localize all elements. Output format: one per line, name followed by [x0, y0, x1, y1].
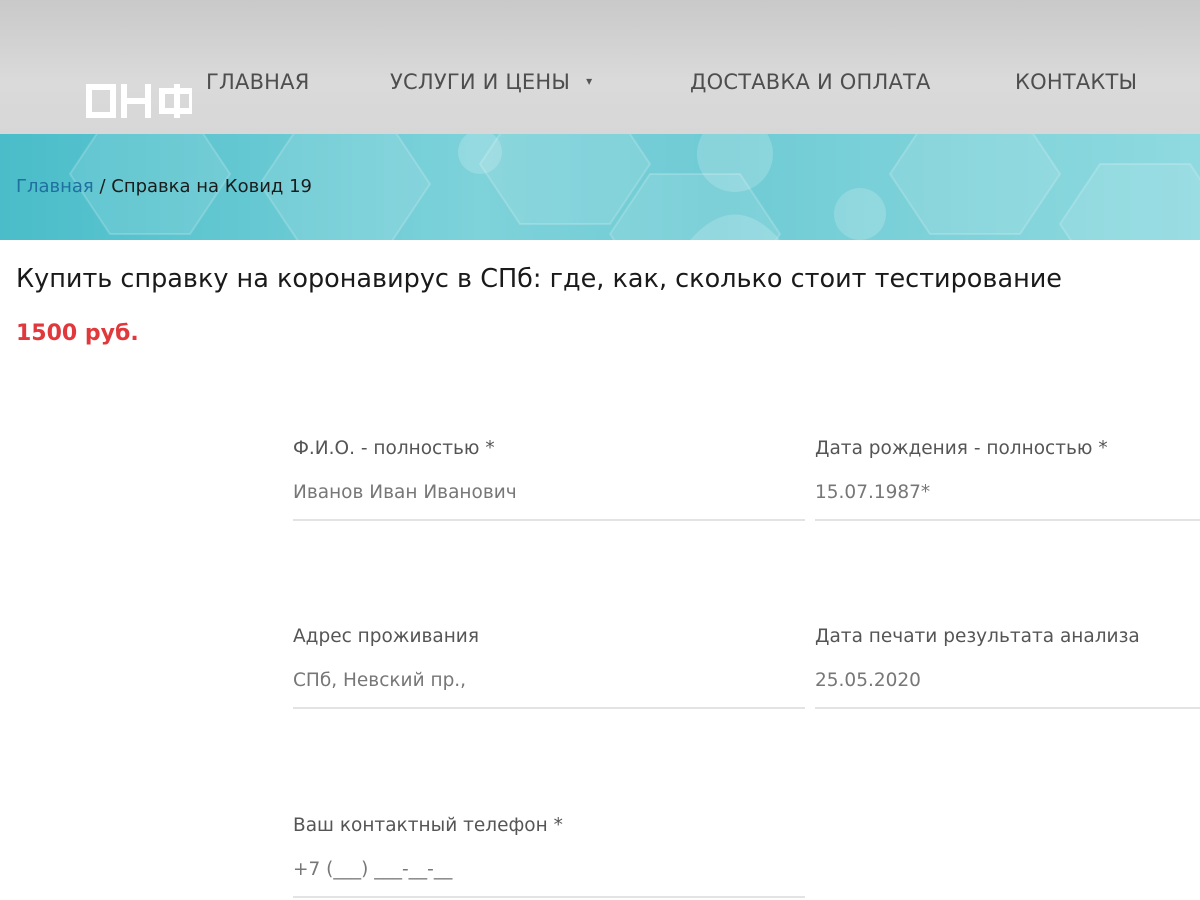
- caret-down-icon: ▾: [586, 74, 593, 88]
- address-label: Адрес проживания: [293, 626, 479, 647]
- nav-item-contacts[interactable]: КОНТАКТЫ: [1015, 70, 1137, 100]
- address-field-group: Адрес проживания: [293, 626, 805, 709]
- fio-input[interactable]: [293, 479, 805, 521]
- header-banner: Главная / Справка на Ковид 19: [0, 134, 1200, 240]
- address-input[interactable]: [293, 667, 805, 709]
- nav-item-home[interactable]: ГЛАВНАЯ: [206, 70, 310, 100]
- page-title: Купить справку на коронавирус в СПб: где…: [16, 264, 1062, 294]
- price: 1500 руб.: [16, 321, 139, 346]
- fio-field-group: Ф.И.О. - полностью *: [293, 438, 805, 521]
- nav-item-label: ДОСТАВКА И ОПЛАТА: [690, 70, 931, 94]
- dob-label: Дата рождения - полностью *: [815, 438, 1108, 459]
- dob-field-group: Дата рождения - полностью *: [815, 438, 1200, 521]
- logo-letter-o: [86, 84, 116, 118]
- phone-input[interactable]: [293, 856, 805, 898]
- phone-label: Ваш контактный телефон *: [293, 815, 563, 836]
- top-navigation: ОНФ ГЛАВНАЯ УСЛУГИ И ЦЕНЫ ▾ ДОСТАВКА И ОП…: [0, 0, 1200, 134]
- breadcrumb-current: Справка на Ковид 19: [111, 176, 312, 197]
- logo-letter-f: [159, 84, 192, 118]
- dob-input[interactable]: [815, 479, 1200, 521]
- nav-item-label: ГЛАВНАЯ: [206, 70, 310, 94]
- breadcrumb: Главная / Справка на Ковид 19: [16, 176, 312, 197]
- logo-letter-n: [121, 84, 151, 118]
- fio-label: Ф.И.О. - полностью *: [293, 438, 495, 459]
- nav-item-label: УСЛУГИ И ЦЕНЫ: [390, 70, 571, 94]
- breadcrumb-separator: /: [93, 176, 112, 197]
- nav-item-label: КОНТАКТЫ: [1015, 70, 1138, 94]
- phone-field-group: Ваш контактный телефон *: [293, 815, 805, 898]
- print-date-input[interactable]: [815, 667, 1200, 709]
- print-date-field-group: Дата печати результата анализа: [815, 626, 1200, 709]
- breadcrumb-home-link[interactable]: Главная: [16, 176, 94, 197]
- print-date-label: Дата печати результата анализа: [815, 626, 1140, 647]
- nav-item-delivery-payment[interactable]: ДОСТАВКА И ОПЛАТА: [690, 70, 931, 100]
- nav-item-services-prices[interactable]: УСЛУГИ И ЦЕНЫ ▾: [390, 70, 592, 100]
- onf-logo: ОНФ: [86, 82, 192, 120]
